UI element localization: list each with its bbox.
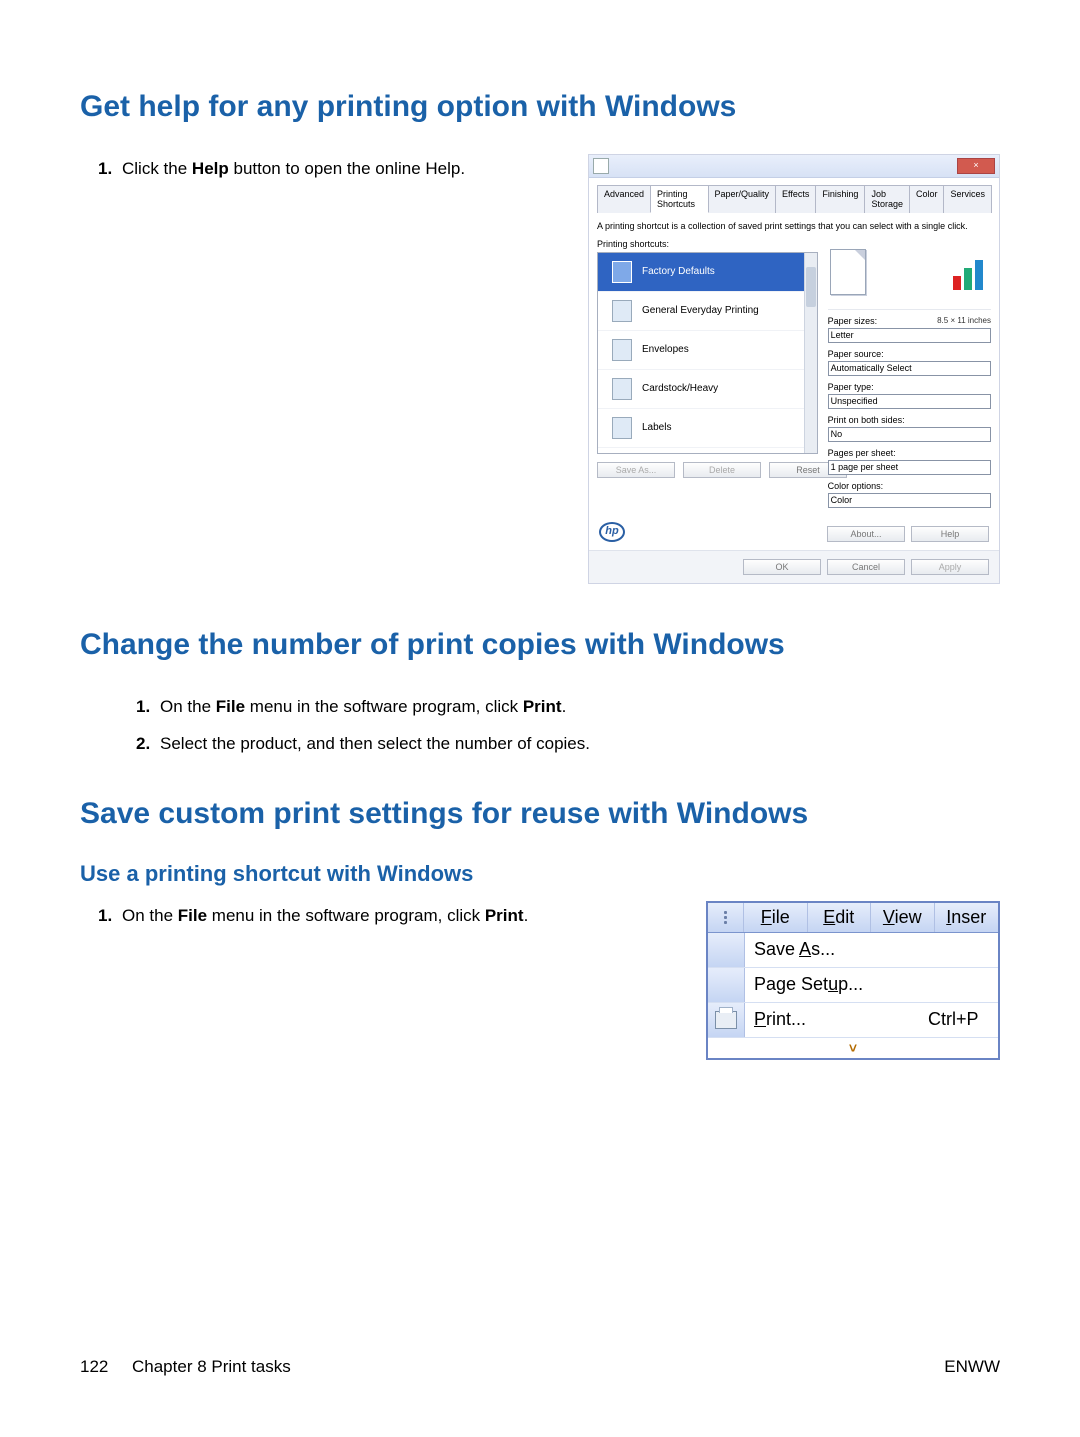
close-button[interactable]: × (957, 158, 995, 174)
paper-source-select[interactable]: Automatically Select (828, 361, 991, 376)
step-2: 2. Select the product, and then select t… (136, 729, 1000, 767)
tab-effects[interactable]: Effects (775, 185, 816, 213)
menubar: File Edit View Inser (708, 903, 998, 933)
step-1: 1. On the File menu in the software prog… (98, 901, 686, 939)
heading-save-custom: Save custom print settings for reuse wit… (80, 797, 1000, 831)
menu-shortcut: Ctrl+P (928, 1003, 998, 1038)
tab-color[interactable]: Color (909, 185, 945, 213)
delete-button[interactable]: Delete (683, 462, 761, 478)
menu-item-icon (708, 968, 745, 1003)
tabs: Advanced Printing Shortcuts Paper/Qualit… (597, 184, 991, 213)
page-number: 122 (80, 1357, 108, 1376)
color-options-select[interactable]: Color (828, 493, 991, 508)
print-both-sides-select[interactable]: No (828, 427, 991, 442)
shortcut-list[interactable]: Factory Defaults General Everyday Printi… (597, 252, 818, 454)
list-item[interactable]: General Everyday Printing (598, 292, 817, 331)
menu-item-icon (708, 933, 745, 968)
file-menu: File Edit View Inser Save As... Page Set… (706, 901, 1000, 1060)
footer-right: ENWW (944, 1357, 1000, 1377)
shortcut-icon (612, 339, 632, 361)
menu-view[interactable]: View (871, 903, 935, 932)
save-as-button[interactable]: Save As... (597, 462, 675, 478)
list-item[interactable]: Envelopes (598, 331, 817, 370)
apply-button[interactable]: Apply (911, 559, 989, 575)
menu-insert[interactable]: Inser (935, 903, 999, 932)
tab-advanced[interactable]: Advanced (597, 185, 651, 213)
printer-icon (708, 1003, 745, 1038)
menu-save-as[interactable]: Save As... (744, 933, 928, 968)
heading-change-copies: Change the number of print copies with W… (80, 628, 1000, 662)
page-preview-icon (830, 249, 866, 295)
toolbar-grip-icon[interactable] (708, 903, 744, 932)
system-icon (593, 158, 609, 174)
subheading-use-shortcut: Use a printing shortcut with Windows (80, 861, 1000, 887)
step-1: 1. On the File menu in the software prog… (136, 692, 1000, 730)
list-item[interactable]: Cardstock/Heavy (598, 370, 817, 409)
menu-shortcut (928, 933, 998, 968)
shortcut-description: A printing shortcut is a collection of s… (597, 221, 991, 233)
step-1: 1. Click the Help button to open the onl… (98, 154, 568, 192)
tab-job-storage[interactable]: Job Storage (864, 185, 910, 213)
paper-sizes-select[interactable]: Letter (828, 328, 991, 343)
tab-paper-quality[interactable]: Paper/Quality (708, 185, 777, 213)
help-button[interactable]: Help (911, 526, 989, 542)
list-item[interactable]: Transparencies (598, 448, 817, 454)
page: Get help for any printing option with Wi… (0, 0, 1080, 1437)
titlebar: × (589, 155, 999, 178)
ok-button[interactable]: OK (743, 559, 821, 575)
about-button[interactable]: About... (827, 526, 905, 542)
shortcut-icon (612, 261, 632, 283)
shortcut-icon (612, 300, 632, 322)
paper-type-select[interactable]: Unspecified (828, 394, 991, 409)
menu-edit[interactable]: Edit (808, 903, 872, 932)
menu-print[interactable]: Print... (744, 1003, 928, 1038)
list-item[interactable]: Factory Defaults (598, 253, 817, 292)
heading-get-help: Get help for any printing option with Wi… (80, 90, 1000, 124)
pages-per-sheet-select[interactable]: 1 page per sheet (828, 460, 991, 475)
shortcut-icon (612, 417, 632, 439)
expand-menu-icon[interactable]: ˅ (708, 1038, 998, 1058)
list-item[interactable]: Labels (598, 409, 817, 448)
menu-shortcut (928, 968, 998, 1003)
tab-services[interactable]: Services (943, 185, 992, 213)
menu-page-setup[interactable]: Page Setup... (744, 968, 928, 1003)
preview-area (828, 239, 991, 310)
chapter-label: Chapter 8 Print tasks (132, 1357, 291, 1376)
shortcut-icon (612, 378, 632, 400)
scrollbar[interactable] (804, 253, 817, 453)
page-footer: 122 Chapter 8 Print tasks ENWW (80, 1357, 1000, 1377)
tab-printing-shortcuts[interactable]: Printing Shortcuts (650, 185, 708, 213)
tab-finishing[interactable]: Finishing (815, 185, 865, 213)
list-label: Printing shortcuts: (597, 239, 818, 249)
color-bars-icon (953, 254, 989, 290)
print-preferences-dialog: × Advanced Printing Shortcuts Paper/Qual… (588, 154, 1000, 584)
hp-logo: hp (599, 522, 625, 542)
cancel-button[interactable]: Cancel (827, 559, 905, 575)
menu-file[interactable]: File (744, 903, 808, 932)
